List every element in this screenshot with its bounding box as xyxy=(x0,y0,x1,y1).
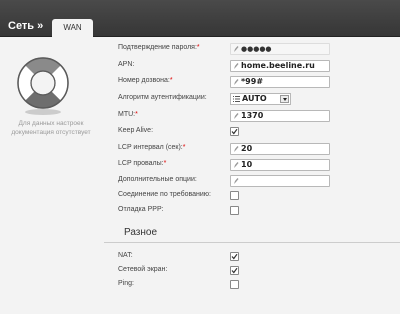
section-divider xyxy=(104,242,400,243)
on-demand-checkbox[interactable] xyxy=(230,191,239,200)
ppp-debug-checkbox[interactable] xyxy=(230,206,239,215)
lcp-failures-label: LCP провалы: xyxy=(118,160,164,167)
ppp-debug-label: Отладка PPP: xyxy=(118,206,164,213)
dial-number-input[interactable]: *99# xyxy=(230,76,330,88)
checkmark-icon xyxy=(231,128,238,135)
apn-label: APN: xyxy=(118,61,135,68)
extra-options-input[interactable] xyxy=(230,175,330,187)
mtu-label: MTU: xyxy=(118,111,136,118)
keep-alive-label: Keep Alive: xyxy=(118,127,154,134)
nat-checkbox[interactable] xyxy=(230,252,239,261)
nat-label: NAT: xyxy=(118,252,133,259)
pencil-icon xyxy=(234,46,239,52)
checkmark-icon xyxy=(231,253,238,260)
tab-wan[interactable]: WAN xyxy=(52,19,93,37)
password-confirm-label: Подтверждение пароля: xyxy=(118,44,197,51)
checkmark-icon xyxy=(231,267,238,274)
mtu-input[interactable]: 1370 xyxy=(230,110,330,122)
auth-algorithm-label: Алгоритм аутентификации: xyxy=(118,94,207,101)
pencil-icon xyxy=(234,79,239,85)
on-demand-label: Соединение по требованию: xyxy=(118,191,212,198)
firewall-checkbox[interactable] xyxy=(230,266,239,275)
pencil-icon xyxy=(234,178,239,184)
keep-alive-checkbox[interactable] xyxy=(230,127,239,136)
lcp-interval-label: LCP интервал (сек): xyxy=(118,144,183,151)
lcp-interval-input[interactable]: 20 xyxy=(230,143,330,155)
password-confirm-input[interactable]: ●●●●● xyxy=(230,43,330,55)
ping-checkbox[interactable] xyxy=(230,280,239,289)
section-title-misc: Разное xyxy=(124,227,158,238)
breadcrumb[interactable]: Сеть » xyxy=(8,20,43,32)
ping-label: Ping: xyxy=(118,280,134,287)
auth-algorithm-select[interactable]: AUTO xyxy=(230,93,291,105)
apn-input[interactable]: home.beeline.ru xyxy=(230,60,330,72)
pencil-icon xyxy=(234,63,239,69)
lcp-failures-input[interactable]: 10 xyxy=(230,159,330,171)
chevron-down-icon xyxy=(280,95,289,103)
pencil-icon xyxy=(234,113,239,119)
help-note: Для данных настроек документация отсутст… xyxy=(11,120,91,136)
lifebuoy-icon xyxy=(17,57,69,115)
list-icon xyxy=(233,96,240,102)
firewall-label: Сетевой экран: xyxy=(118,266,168,273)
dial-number-label: Номер дозвона: xyxy=(118,77,170,84)
pencil-icon xyxy=(234,162,239,168)
extra-options-label: Дополнительные опции: xyxy=(118,176,197,183)
top-bar: Сеть » WAN xyxy=(0,0,400,37)
pencil-icon xyxy=(234,146,239,152)
